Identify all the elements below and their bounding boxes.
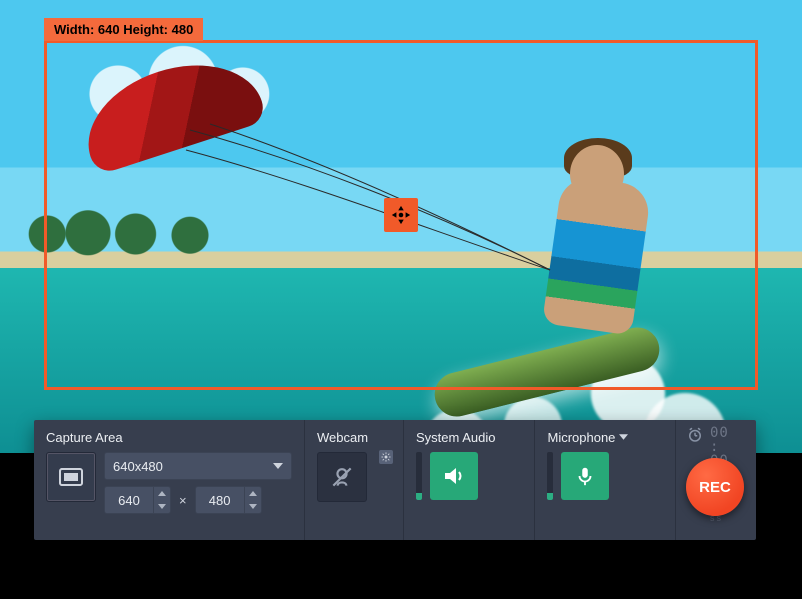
microphone-group: Microphone xyxy=(535,420,676,540)
microphone-level-fill xyxy=(547,493,553,500)
select-area-button[interactable] xyxy=(46,452,96,502)
width-stepper[interactable] xyxy=(104,486,171,514)
record-button[interactable]: REC xyxy=(686,458,744,516)
resolution-preset-dropdown[interactable]: 640x480 xyxy=(104,452,292,480)
schedule-timer[interactable]: 00 : 00 : 00 hh mm ss xyxy=(686,426,744,454)
height-step-up[interactable] xyxy=(245,487,261,500)
capture-dimensions-label: Width: 640 Height: 480 xyxy=(44,18,203,41)
system-audio-level-fill xyxy=(416,493,422,500)
clock-icon xyxy=(686,426,704,444)
width-input[interactable] xyxy=(105,487,153,513)
height-step-down[interactable] xyxy=(245,500,261,513)
microphone-title: Microphone xyxy=(547,428,663,446)
webcam-off-icon xyxy=(329,464,355,490)
speaker-icon xyxy=(442,464,466,488)
height-stepper[interactable] xyxy=(195,486,262,514)
record-group: 00 : 00 : 00 hh mm ss REC xyxy=(676,420,756,540)
system-audio-level-meter[interactable] xyxy=(416,452,422,500)
capture-area-title: Capture Area xyxy=(46,428,292,446)
microphone-title-text: Microphone xyxy=(547,430,615,445)
height-input[interactable] xyxy=(196,487,244,513)
microphone-dropdown-icon[interactable] xyxy=(619,434,628,440)
record-button-label: REC xyxy=(699,479,731,496)
move-icon xyxy=(390,204,412,226)
microphone-level-meter[interactable] xyxy=(547,452,553,500)
gear-icon xyxy=(381,452,391,462)
move-handle[interactable] xyxy=(384,198,418,232)
capture-region-icon xyxy=(58,467,84,487)
system-audio-title: System Audio xyxy=(416,428,522,446)
chevron-down-icon xyxy=(273,463,283,469)
control-panel: Capture Area 640x480 xyxy=(34,420,756,540)
microphone-toggle-button[interactable] xyxy=(561,452,609,500)
system-audio-toggle-button[interactable] xyxy=(430,452,478,500)
webcam-settings-button[interactable] xyxy=(379,450,393,464)
resolution-preset-value: 640x480 xyxy=(113,459,163,474)
capture-area-group: Capture Area 640x480 xyxy=(34,420,305,540)
width-step-down[interactable] xyxy=(154,500,170,513)
width-step-up[interactable] xyxy=(154,487,170,500)
webcam-group: Webcam xyxy=(305,420,404,540)
webcam-title: Webcam xyxy=(317,428,391,446)
system-audio-group: System Audio xyxy=(404,420,535,540)
dimension-multiply-icon: × xyxy=(177,493,189,508)
capture-area-frame[interactable]: Width: 640 Height: 480 xyxy=(44,40,758,390)
webcam-toggle-button[interactable] xyxy=(317,452,367,502)
microphone-icon xyxy=(574,465,596,487)
